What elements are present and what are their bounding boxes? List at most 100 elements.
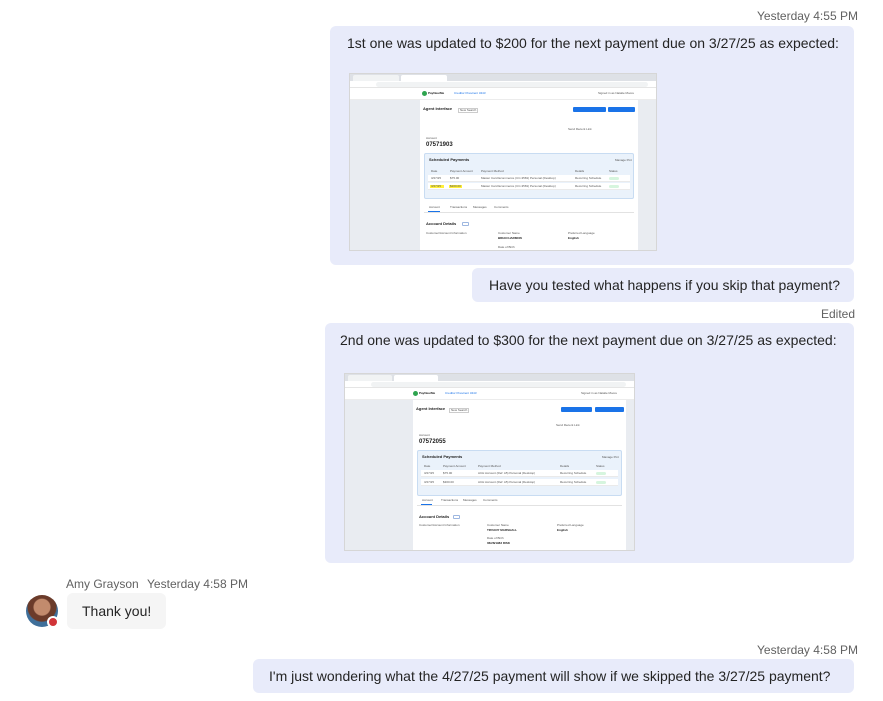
message-timestamp: Yesterday 4:58 PM [757, 643, 858, 657]
scheduled-payments-heading: Scheduled Payments [429, 157, 470, 162]
browser-address-bar [350, 81, 656, 88]
agent-interface-title: Agent Interface [423, 106, 453, 111]
tab-comments[interactable]: Comments [494, 206, 509, 209]
print-case-details-button[interactable] [608, 107, 635, 112]
attached-screenshot-image[interactable]: PayNearMe Creditor Prescient 3443 Signed… [349, 73, 657, 251]
status-badge [609, 185, 619, 188]
scheduled-payments-box: Scheduled Payments Manage Pmt Date Payme… [417, 450, 622, 496]
print-case-details-button[interactable] [595, 407, 624, 412]
table-row: 3/27/25 $75.00 ACH Account (Ref: A5) Per… [421, 470, 618, 477]
outgoing-message-bubble[interactable]: I'm just wondering what the 4/27/25 paym… [253, 659, 854, 693]
col-payment-method: Payment Method [478, 464, 501, 468]
brand-name: PayNearMe [419, 391, 436, 395]
customer-info-label: Customer/Account Information [419, 523, 460, 527]
account-details-heading: Account Details [426, 221, 457, 226]
col-payment-amount: Payment Amount [443, 464, 466, 468]
customer-info-label: Customer/Account Information [426, 231, 467, 235]
edited-label: Edited [821, 307, 856, 321]
brand-subtitle: Creditor Prescient 3443 [445, 391, 477, 395]
brand-logo-icon [422, 91, 427, 96]
browser-address-bar [345, 381, 634, 388]
outgoing-message-bubble[interactable]: 2nd one was updated to $300 for the next… [325, 323, 854, 563]
customer-name-label: Customer Name [487, 523, 509, 527]
dob-label: Date of Birth [487, 536, 504, 540]
message-timestamp: Yesterday 4:55 PM [757, 9, 858, 23]
cell-date: 3/27/25 [424, 471, 435, 475]
agent-panel: Agent Interface New Search Send Recent L… [413, 400, 626, 550]
tab-transactions[interactable]: Transactions [441, 499, 458, 502]
left-gutter [350, 100, 420, 250]
account-details-heading: Account Details [419, 514, 450, 519]
col-date: Date [424, 464, 431, 468]
app-header: PayNearMe Creditor Prescient 3443 Signed… [350, 88, 656, 100]
edit-details-button[interactable] [462, 222, 469, 226]
table-row: 3/27/25 $75.00 Master Card Ecommerce (CC… [428, 175, 630, 182]
col-payment-method: Payment Method [481, 169, 504, 173]
manage-payment-link[interactable]: Manage Pmt [615, 159, 632, 162]
send-recent-link[interactable]: Send Recent Link [568, 128, 592, 131]
brand-logo-icon [413, 391, 418, 396]
tab-account[interactable]: Account [422, 499, 433, 502]
new-search-button[interactable]: New Search [449, 408, 470, 413]
cell-details: Recurring Schedule [560, 471, 587, 475]
view-prior-payment-button[interactable] [573, 107, 606, 112]
cell-date: 3/27/25 [424, 480, 435, 484]
cell-details: Recurring Schedule [560, 480, 587, 484]
cell-details: Recurring Schedule [575, 184, 602, 188]
app-header: PayNearMe Creditor Prescient 3443 Signed… [345, 388, 634, 400]
col-payment-amount: Payment Amount [450, 169, 473, 173]
message-text: 1st one was updated to $200 for the next… [347, 35, 839, 51]
col-status: Status [596, 464, 605, 468]
tab-account[interactable]: Account [429, 206, 440, 209]
agent-panel: Agent Interface New Search Send Recent L… [420, 100, 638, 250]
tab-messages[interactable]: Messages [463, 499, 477, 502]
customer-name: TIFFANY MARSHALL [487, 528, 518, 532]
col-details: Details [560, 464, 570, 468]
account-label: Account [426, 136, 437, 140]
account-number: 07571903 [426, 142, 453, 148]
attached-screenshot-image[interactable]: PayNearMe Creditor Prescient 3443 Signed… [344, 373, 635, 551]
dob-label: Date of Birth [498, 245, 515, 249]
table-row: 3/27/25 $200.00 Master Card Ecommerce (C… [428, 183, 630, 190]
cell-date: 3/27/25 [431, 176, 442, 180]
send-recent-link[interactable]: Send Recent Link [556, 424, 580, 427]
scheduled-payments-heading: Scheduled Payments [422, 454, 463, 459]
status-badge [596, 481, 606, 484]
tab-transactions[interactable]: Transactions [450, 206, 467, 209]
col-date: Date [431, 169, 438, 173]
message-text: Have you tested what happens if you skip… [489, 277, 840, 293]
brand-name: PayNearMe [428, 91, 445, 95]
customer-name-label: Customer Name [498, 231, 520, 235]
language-label: Preferred Language [568, 231, 595, 235]
cell-method: Master Card Ecommerce (CC-3581) Personal… [481, 176, 556, 180]
browser-tab-strip [345, 374, 634, 381]
presence-busy-icon [47, 616, 59, 628]
language-label: Preferred Language [557, 523, 584, 527]
manage-payment-link[interactable]: Manage Pmt [602, 456, 619, 459]
browser-tab-strip [350, 74, 656, 81]
account-label: Account [419, 433, 430, 437]
col-details: Details [575, 169, 585, 173]
language-value: English [557, 528, 568, 532]
cell-amount: $75.00 [443, 471, 453, 475]
message-text: I'm just wondering what the 4/27/25 paym… [269, 668, 831, 684]
tab-comments[interactable]: Comments [483, 499, 498, 502]
dob-value: 06/28/1983 RISK [487, 541, 511, 545]
tab-messages[interactable]: Messages [473, 206, 487, 209]
view-prior-payment-button[interactable] [561, 407, 592, 412]
cell-method: ACH Account (Ref: A5) Personal (Desktop) [478, 480, 536, 484]
edit-details-button[interactable] [453, 515, 460, 519]
cell-amount: $75.00 [450, 176, 460, 180]
new-search-button[interactable]: New Search [458, 108, 479, 113]
outgoing-message-bubble[interactable]: 1st one was updated to $200 for the next… [330, 26, 854, 265]
scheduled-payments-box: Scheduled Payments Manage Pmt Date Payme… [424, 153, 634, 199]
sender-header: Amy Grayson Yesterday 4:58 PM [66, 577, 248, 591]
cell-amount: $200.00 [450, 184, 461, 188]
sender-name[interactable]: Amy Grayson [66, 577, 139, 591]
left-gutter [345, 400, 413, 550]
account-number: 07572055 [419, 439, 446, 445]
incoming-message-bubble[interactable]: Thank you! [67, 593, 166, 629]
message-text: 2nd one was updated to $300 for the next… [340, 332, 837, 348]
outgoing-message-bubble[interactable]: Have you tested what happens if you skip… [472, 268, 854, 302]
message-text: Thank you! [82, 603, 152, 619]
